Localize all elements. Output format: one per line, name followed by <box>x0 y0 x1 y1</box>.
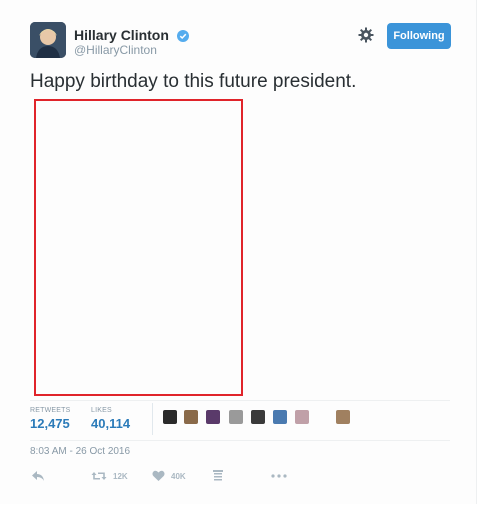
liker-avatar[interactable] <box>336 410 350 424</box>
liker-avatar[interactable] <box>251 410 265 424</box>
verified-badge-icon <box>176 29 189 45</box>
liker-avatar[interactable] <box>206 410 220 424</box>
retweet-button[interactable]: 12K <box>91 468 128 484</box>
liker-avatar[interactable] <box>295 410 309 424</box>
liker-avatar[interactable] <box>184 410 198 424</box>
stats-divider <box>152 403 153 435</box>
reply-icon <box>31 470 45 482</box>
stats-button[interactable] <box>213 468 223 484</box>
likes-label: LIKES <box>91 407 112 414</box>
tweet-card: Hillary Clinton @HillaryClinton Followin… <box>0 0 477 504</box>
reply-button[interactable] <box>31 468 45 484</box>
retweet-icon <box>91 470 107 482</box>
tweet-stats: RETWEETS 12,475 LIKES 40,114 <box>30 400 450 437</box>
stats-icon <box>213 470 223 482</box>
retweet-count: 12K <box>113 471 128 481</box>
like-count: 40K <box>171 471 186 481</box>
heart-icon <box>152 470 165 482</box>
avatar[interactable] <box>30 22 66 58</box>
retweets-label: RETWEETS <box>30 407 71 414</box>
timestamp[interactable]: 8:03 AM - 26 Oct 2016 <box>30 446 130 457</box>
display-name-text[interactable]: Hillary Clinton <box>74 27 169 43</box>
more-button[interactable] <box>271 468 287 484</box>
likes-count[interactable]: 40,114 <box>91 416 130 431</box>
liker-avatar[interactable] <box>229 410 243 424</box>
gear-icon[interactable] <box>357 26 375 44</box>
stats-bottom-divider <box>30 440 450 441</box>
tweet-text: Happy birthday to this future president. <box>30 71 357 92</box>
following-button[interactable]: Following <box>387 23 451 49</box>
handle[interactable]: @HillaryClinton <box>74 43 157 57</box>
retweets-count[interactable]: 12,475 <box>30 416 70 431</box>
tweet-media[interactable] <box>34 99 243 396</box>
liker-avatar[interactable] <box>273 410 287 424</box>
liker-avatar[interactable] <box>163 410 177 424</box>
like-button[interactable]: 40K <box>152 468 186 484</box>
more-icon <box>271 474 287 478</box>
